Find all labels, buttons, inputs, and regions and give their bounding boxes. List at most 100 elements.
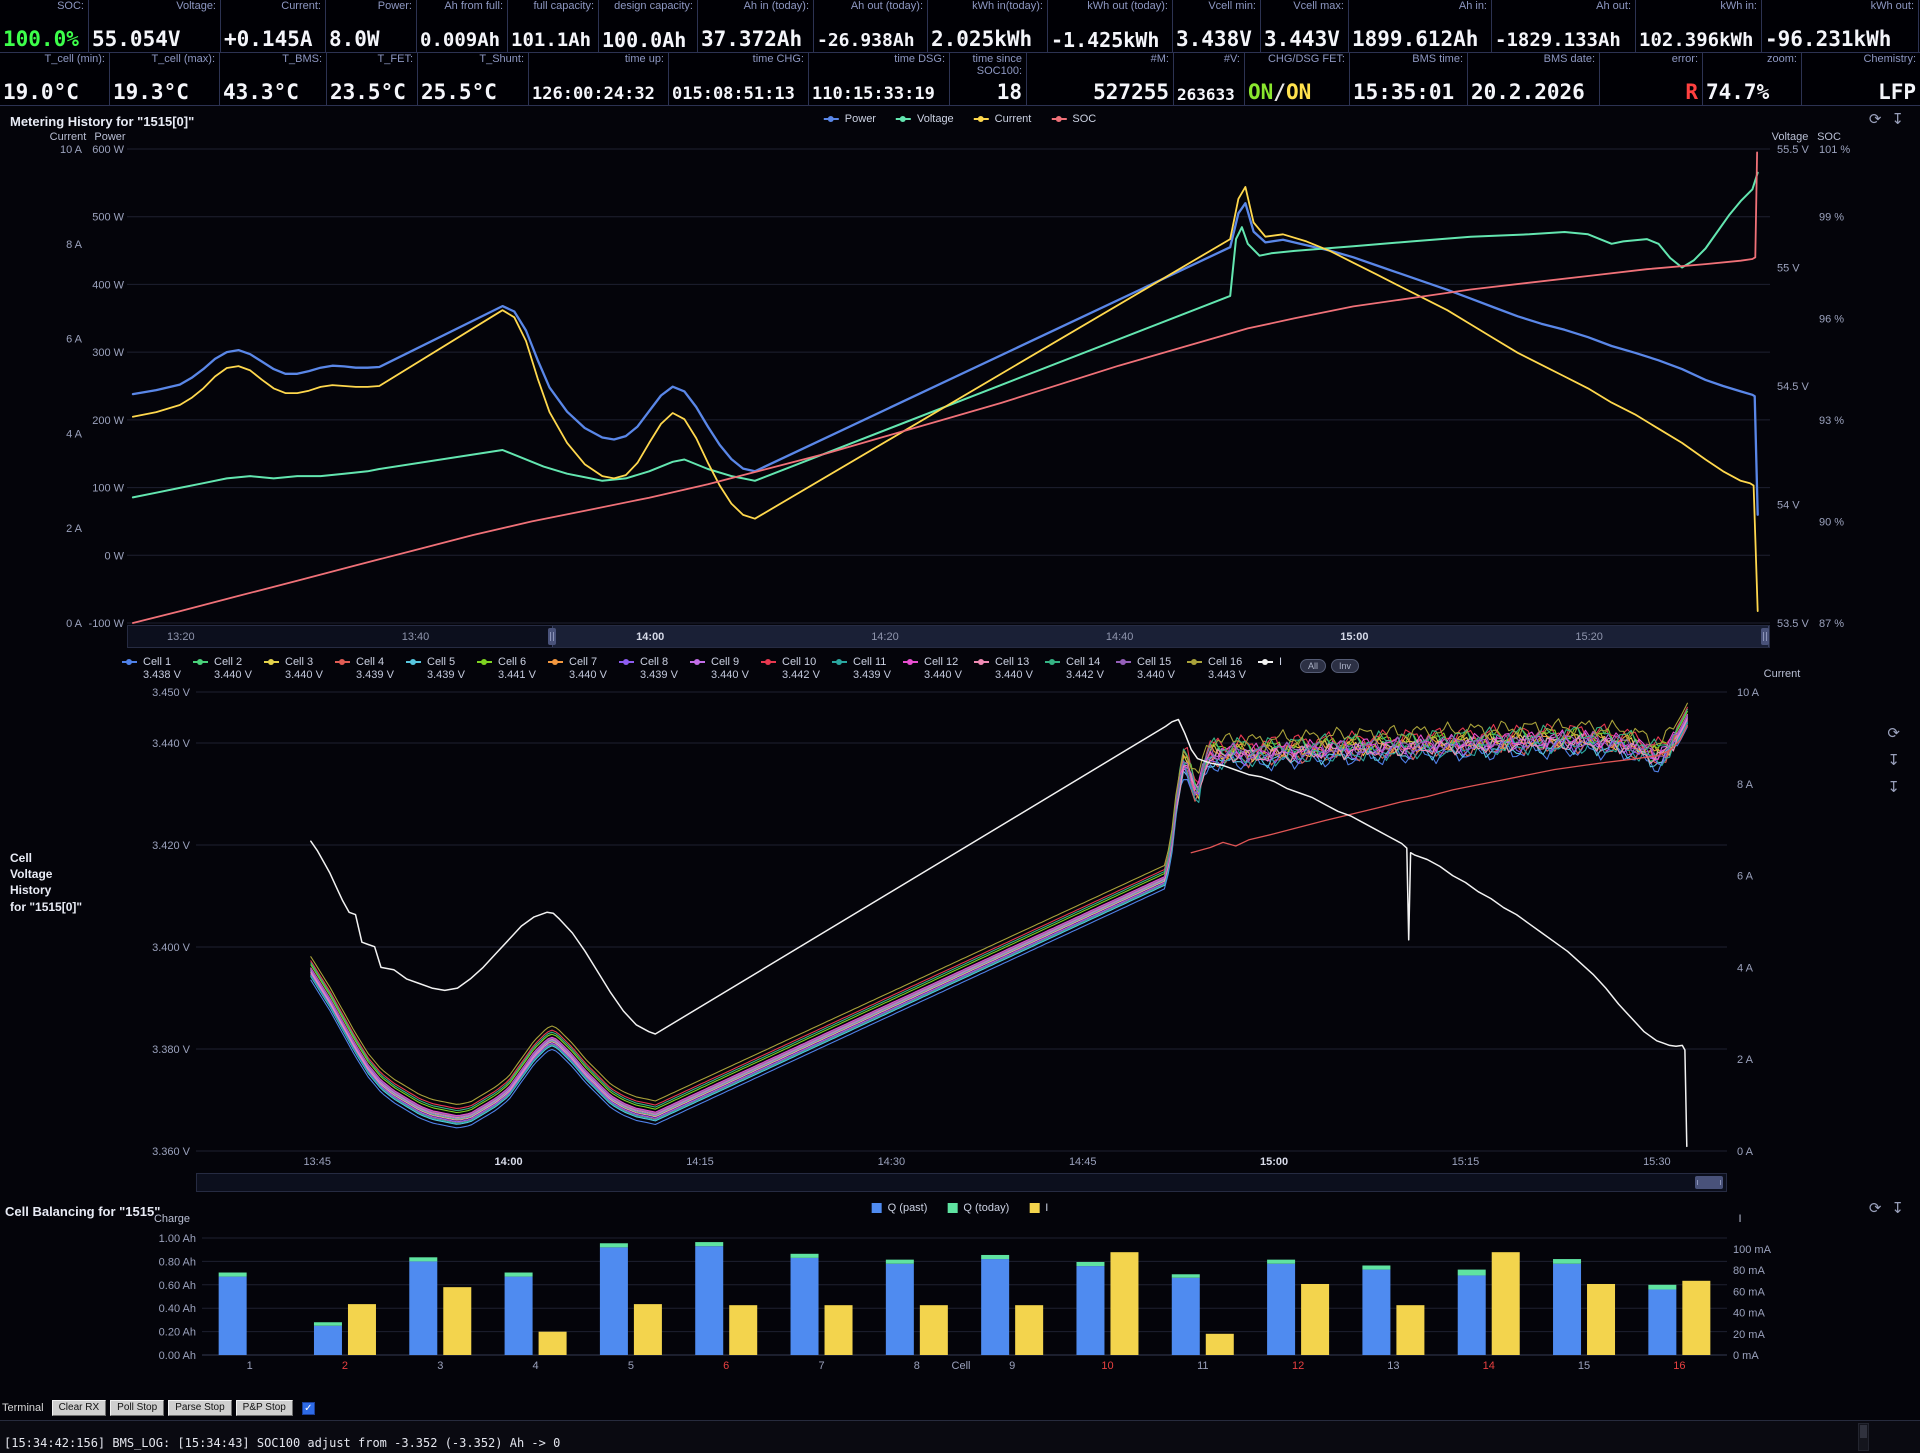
cell-voltage-title-line: Voltage: [10, 866, 82, 882]
svg-text:99 %: 99 %: [1819, 212, 1844, 224]
legend-item-cell-6[interactable]: Cell 63.441 V: [477, 656, 548, 681]
legend-item-cell-15[interactable]: Cell 153.440 V: [1116, 656, 1187, 681]
metric-ah-from-full: Ah from full:0.009Ah: [417, 0, 508, 52]
legend-item-cell-7[interactable]: Cell 73.440 V: [548, 656, 619, 681]
svg-text:10 A: 10 A: [1737, 687, 1760, 699]
cell-voltage-scroll-handle[interactable]: [1695, 1176, 1723, 1189]
timeline-handle-left[interactable]: [548, 628, 556, 645]
cell-voltage-scrollbar[interactable]: [196, 1173, 1727, 1192]
terminal-output[interactable]: [15:34:42:156] BMS_LOG: [15:34:43] SOC10…: [0, 1420, 1920, 1453]
terminal-checkbox[interactable]: ✓: [302, 1402, 315, 1415]
download-icon[interactable]: ↧: [1887, 753, 1900, 768]
legend-item-cell-11[interactable]: Cell 113.439 V: [832, 656, 903, 681]
metrics-row-2: T_cell (min):19.0°CT_cell (max):19.3°CT_…: [0, 53, 1920, 106]
legend-item-q-past[interactable]: Q (past): [872, 1202, 928, 1214]
terminal-scrollbar-thumb[interactable]: [1860, 1425, 1867, 1438]
metric-ah-out-today: Ah out (today):-26.938Ah: [814, 0, 928, 52]
legend-item-q-today[interactable]: Q (today): [947, 1202, 1009, 1214]
metering-history-section: Metering History for "1515[0]" PowerVolt…: [0, 106, 1920, 650]
svg-text:14:45: 14:45: [1069, 1156, 1097, 1168]
refresh-icon[interactable]: ⟳: [1869, 112, 1882, 127]
metric-error: error:R: [1600, 53, 1703, 105]
metric-value: 527255: [1030, 82, 1169, 103]
svg-text:3.450 V: 3.450 V: [152, 687, 191, 699]
legend-item-cell-10[interactable]: Cell 103.442 V: [761, 656, 832, 681]
metric-v: #V:263633: [1174, 53, 1245, 105]
legend-item-cell-9[interactable]: Cell 93.440 V: [690, 656, 761, 681]
refresh-icon[interactable]: ⟳: [1869, 1201, 1882, 1216]
timeline-handle-right[interactable]: [1761, 628, 1769, 645]
export-icon[interactable]: ↧: [1887, 780, 1900, 795]
metric-label: time CHG:: [672, 54, 804, 66]
legend-item-cell-4[interactable]: Cell 43.439 V: [335, 656, 406, 681]
download-icon[interactable]: ↧: [1891, 112, 1904, 127]
legend-item-cell-16[interactable]: Cell 163.443 V: [1187, 656, 1258, 681]
legend-marker: [1258, 661, 1273, 663]
terminal-button-clear-rx[interactable]: Clear RX: [52, 1400, 107, 1416]
svg-text:3.440 V: 3.440 V: [152, 738, 191, 750]
metric-label: T_cell (max):: [113, 54, 215, 66]
legend-marker: [974, 661, 989, 663]
metric-label: Voltage:: [92, 1, 216, 13]
svg-text:10: 10: [1101, 1360, 1113, 1372]
metric-value: 101.1Ah: [511, 31, 594, 50]
legend-button-all[interactable]: All: [1300, 659, 1326, 673]
legend-item-soc[interactable]: SOC: [1051, 113, 1096, 125]
terminal-button-p-p-stop[interactable]: P&P Stop: [236, 1400, 293, 1416]
svg-text:0 mA: 0 mA: [1733, 1350, 1759, 1362]
legend-item-cell-12[interactable]: Cell 123.440 V: [903, 656, 974, 681]
legend-marker: [974, 118, 989, 120]
metric-t-bms: T_BMS:43.3°C: [220, 53, 327, 105]
metering-timeline-scrollbar[interactable]: 13:2013:4014:0014:2014:4015:0015:20: [127, 625, 1770, 648]
svg-text:300 W: 300 W: [92, 347, 124, 359]
balancing-legend: Q (past) Q (today) I: [872, 1202, 1049, 1214]
timeline-label: 15:20: [1575, 631, 1603, 643]
bms-monitor-app: SOC:100.0%Voltage:55.054VCurrent:+0.145A…: [0, 0, 1920, 1453]
legend-item-power[interactable]: Power: [824, 113, 876, 125]
metric-time-up: time up:126:00:24:32: [529, 53, 669, 105]
legend-marker: [406, 661, 421, 663]
cell-voltage-plot[interactable]: 3.450 V3.440 V3.420 V3.400 V3.380 V3.360…: [0, 650, 1920, 1196]
metric-ah-out: Ah out:-1829.133Ah: [1492, 0, 1636, 52]
metric-value: ON/ON: [1248, 82, 1345, 103]
terminal-scrollbar[interactable]: [1858, 1423, 1869, 1451]
legend-item-i[interactable]: I: [1029, 1202, 1048, 1214]
svg-text:0.40 Ah: 0.40 Ah: [159, 1303, 196, 1315]
svg-text:2 A: 2 A: [1737, 1054, 1754, 1066]
svg-text:3.420 V: 3.420 V: [152, 840, 191, 852]
legend-item-cell-8[interactable]: Cell 83.439 V: [619, 656, 690, 681]
legend-item-cell-1[interactable]: Cell 13.438 V: [122, 656, 193, 681]
legend-item-cell-14[interactable]: Cell 143.442 V: [1045, 656, 1116, 681]
metering-toolbar: ⟳ ↧: [1869, 112, 1904, 127]
legend-button-inv[interactable]: Inv: [1331, 659, 1359, 673]
svg-text:15: 15: [1578, 1360, 1590, 1372]
legend-item-current[interactable]: Current: [974, 113, 1032, 125]
metric-label: T_FET:: [330, 54, 413, 66]
metrics-row-1: SOC:100.0%Voltage:55.054VCurrent:+0.145A…: [0, 0, 1920, 53]
legend-item-cell-5[interactable]: Cell 53.439 V: [406, 656, 477, 681]
download-icon[interactable]: ↧: [1891, 1201, 1904, 1216]
metric-value: 102.396kWh: [1639, 31, 1757, 50]
svg-text:54 V: 54 V: [1777, 500, 1800, 512]
metric-value: 100.0Ah: [602, 30, 693, 50]
metric-value: 55.054V: [92, 29, 216, 50]
svg-text:200 W: 200 W: [92, 415, 124, 427]
metric-label: BMS date:: [1471, 54, 1595, 66]
metric-label: kWh in:: [1639, 1, 1757, 13]
metering-plot[interactable]: 10 A8 A6 A4 A2 A0 A600 W500 W400 W300 W2…: [0, 106, 1920, 650]
legend-marker: [335, 661, 350, 663]
terminal-button-parse-stop[interactable]: Parse Stop: [168, 1400, 231, 1416]
metric-chg-dsg-fet: CHG/DSG FET:ON/ON: [1245, 53, 1350, 105]
legend-item-cell-3[interactable]: Cell 33.440 V: [264, 656, 335, 681]
legend-item-cell-13[interactable]: Cell 133.440 V: [974, 656, 1045, 681]
legend-cell-voltage: 3.439 V: [406, 669, 477, 681]
svg-text:4 A: 4 A: [1737, 962, 1754, 974]
legend-cell-voltage: 3.438 V: [122, 669, 193, 681]
metric-value: 015:08:51:13: [672, 86, 804, 103]
svg-text:1.00 Ah: 1.00 Ah: [159, 1233, 196, 1245]
legend-item-cell-2[interactable]: Cell 23.440 V: [193, 656, 264, 681]
legend-item-i[interactable]: I: [1258, 656, 1300, 669]
legend-item-voltage[interactable]: Voltage: [896, 113, 954, 125]
terminal-button-poll-stop[interactable]: Poll Stop: [110, 1400, 164, 1416]
refresh-icon[interactable]: ⟳: [1887, 726, 1900, 741]
